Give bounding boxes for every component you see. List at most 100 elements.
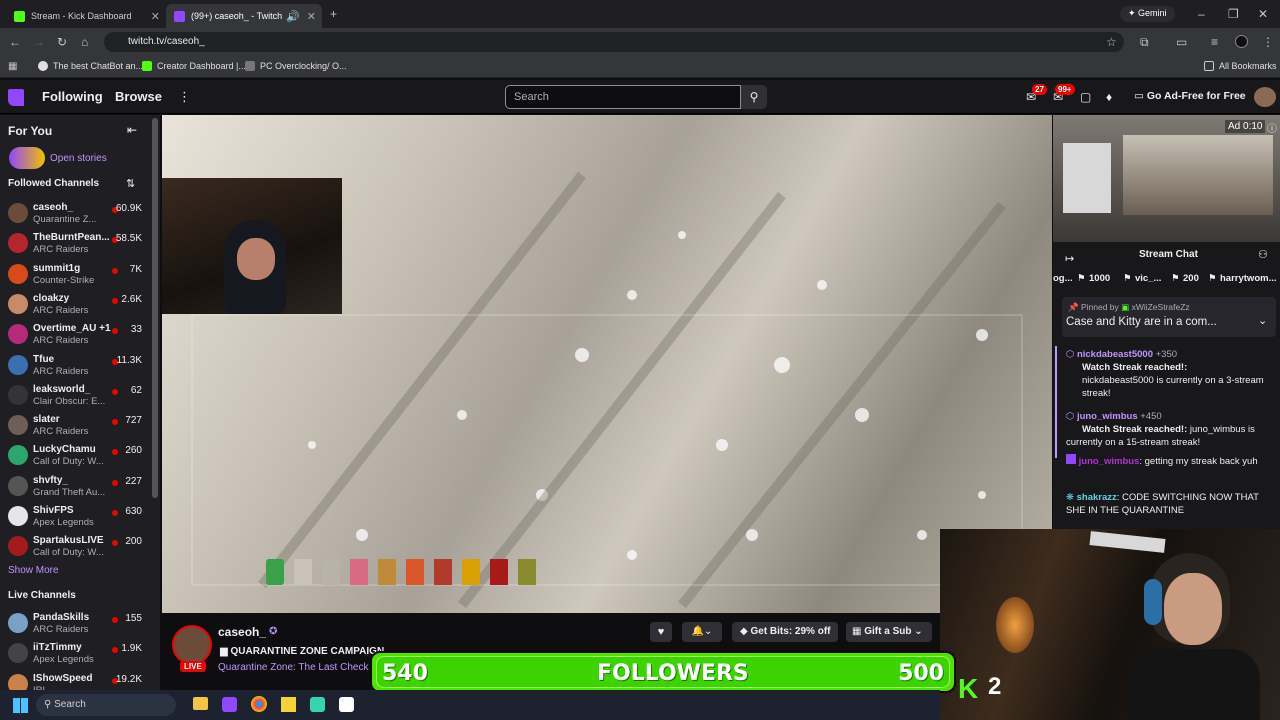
channel-row[interactable]: Tfue ARC Raiders 11.3K bbox=[0, 351, 150, 381]
channel-name: caseoh_ bbox=[33, 202, 74, 213]
channel-avatar bbox=[8, 613, 28, 633]
bookmark-star-icon[interactable]: ☆ bbox=[1106, 36, 1117, 48]
bookmark-pc-overclocking[interactable]: PC Overclocking/ O... bbox=[245, 61, 347, 71]
channel-row[interactable]: PandaSkills ARC Raiders 155 bbox=[0, 609, 150, 639]
back-icon[interactable]: ← bbox=[9, 36, 21, 48]
obs-icon[interactable] bbox=[339, 697, 354, 712]
channel-game: Call of Duty: W... bbox=[33, 456, 104, 468]
channel-row[interactable]: SpartakusLIVE Call of Duty: W... 200 bbox=[0, 532, 150, 562]
channel-avatar bbox=[8, 324, 28, 345]
close-icon[interactable]: ✕ bbox=[307, 10, 316, 23]
taskbar-search[interactable]: ⚲ Search bbox=[36, 694, 176, 716]
new-tab-icon[interactable]: + bbox=[330, 8, 337, 20]
nav-browse[interactable]: Browse bbox=[115, 89, 162, 104]
nav-following[interactable]: Following bbox=[42, 89, 103, 104]
gemini-button[interactable]: ✦ Gemini bbox=[1120, 6, 1175, 22]
pinned-text: Case and Kitty are in a com... bbox=[1066, 316, 1217, 328]
chat-username[interactable]: juno_wimbus bbox=[1077, 411, 1138, 422]
channel-row[interactable]: TheBurntPean... ARC Raiders 58.5K bbox=[0, 229, 150, 259]
channel-row[interactable]: IShowSpeedIRL19.2K bbox=[0, 670, 150, 690]
window-close-icon[interactable]: ✕ bbox=[1258, 8, 1268, 20]
sort-icon[interactable]: ⇅ bbox=[126, 177, 135, 190]
all-bookmarks[interactable]: All Bookmarks bbox=[1204, 61, 1277, 71]
channel-row[interactable]: shvfty_ Grand Theft Au... 227 bbox=[0, 472, 150, 502]
chrome-icon[interactable] bbox=[251, 696, 267, 712]
sidebar-scrollbar[interactable] bbox=[152, 118, 158, 498]
menu-icon[interactable]: ⋮ bbox=[1262, 36, 1274, 48]
channel-row[interactable]: leaksworld_ Clair Obscur: E... 62 bbox=[0, 381, 150, 411]
video-player[interactable] bbox=[162, 115, 1052, 613]
user-avatar[interactable] bbox=[1254, 87, 1276, 107]
channel-row[interactable]: slater ARC Raiders 727 bbox=[0, 411, 150, 441]
home-icon[interactable]: ⌂ bbox=[81, 36, 88, 48]
channel-row[interactable]: iiTzTimmy Apex Legends 1.9K bbox=[0, 639, 150, 669]
gift-icon: ▦ bbox=[852, 626, 862, 637]
bookmark-chatbot[interactable]: The best ChatBot an... bbox=[38, 61, 143, 71]
info-icon[interactable]: ⓘ bbox=[1267, 120, 1277, 135]
collapse-icon[interactable]: ⇤ bbox=[127, 123, 137, 137]
channel-row[interactable]: Overtime_AU +1 ARC Raiders 33 bbox=[0, 320, 150, 350]
follow-heart-button[interactable]: ♥ bbox=[650, 622, 672, 642]
gift-sub-button[interactable]: ▦ Gift a Sub ⌄ bbox=[846, 622, 932, 642]
users-icon[interactable]: ⚇ bbox=[1258, 248, 1268, 261]
twitch-logo-icon[interactable] bbox=[8, 89, 24, 106]
reload-icon[interactable]: ↻ bbox=[57, 36, 67, 48]
stories-avatars[interactable] bbox=[9, 147, 45, 169]
channel-avatar[interactable] bbox=[172, 625, 212, 665]
chat-username[interactable]: nickdabeast5000 bbox=[1077, 349, 1153, 360]
bookmark-creator-dashboard[interactable]: Creator Dashboard |... bbox=[142, 61, 246, 71]
pinned-message[interactable]: 📌 Pinned by ▣ xWiiZeStrafeZz Case and Ki… bbox=[1062, 297, 1276, 337]
url-text: twitch.tv/caseoh_ bbox=[128, 36, 205, 47]
channel-avatar bbox=[8, 673, 28, 690]
close-icon[interactable]: ✕ bbox=[151, 10, 160, 23]
live-channels-heading: Live Channels bbox=[8, 590, 76, 601]
search-input[interactable]: Search bbox=[505, 85, 741, 109]
open-stories-link[interactable]: Open stories bbox=[50, 153, 107, 164]
apps-grid-icon[interactable]: ▦ bbox=[8, 61, 17, 73]
channel-row[interactable]: ShivFPS Apex Legends 630 bbox=[0, 502, 150, 532]
mini-player[interactable]: Ad 0:10 ⓘ bbox=[1053, 115, 1280, 242]
media-icon[interactable]: ≡ bbox=[1211, 36, 1218, 48]
extensions-icon[interactable]: ⧉ bbox=[1140, 36, 1149, 48]
speaker-icon[interactable]: 🔊 bbox=[286, 10, 300, 23]
channel-row[interactable]: cloakzy ARC Raiders 2.6K bbox=[0, 290, 150, 320]
tab-twitch[interactable]: (99+) caseoh_ - Twitch 🔊 ✕ bbox=[166, 4, 322, 28]
chat-username[interactable]: juno_wimbus bbox=[1079, 456, 1140, 467]
badge-icon: ❋ bbox=[1066, 492, 1074, 503]
notifications-bell-button[interactable]: 🔔⌄ bbox=[682, 622, 722, 642]
cast-icon[interactable]: ▭ bbox=[1176, 36, 1187, 48]
hexagon-icon: ⬡ bbox=[1066, 411, 1075, 422]
game-link[interactable]: Quarantine Zone: The Last Check bbox=[218, 662, 368, 673]
maximize-icon[interactable]: ❐ bbox=[1228, 8, 1239, 20]
chat-leaderboard[interactable]: og... ⚑ 1000 ⚑ vic_... ⚑ 200 ⚑ harrytwom… bbox=[1053, 269, 1280, 289]
channel-row[interactable]: summit1g Counter-Strike 7K bbox=[0, 260, 150, 290]
ad-free-button[interactable]: ▭ Go Ad-Free for Free bbox=[1134, 90, 1246, 102]
minimize-icon[interactable]: – bbox=[1198, 8, 1205, 20]
gift-icon: ⚑ bbox=[1171, 273, 1180, 284]
get-bits-label: Get Bits: 29% off bbox=[750, 626, 831, 637]
channel-row[interactable]: LuckyChamu Call of Duty: W... 260 bbox=[0, 441, 150, 471]
chevron-down-icon[interactable]: ⌄ bbox=[1258, 314, 1267, 327]
profile-avatar[interactable] bbox=[1235, 35, 1248, 48]
crown-icon[interactable]: ♦ bbox=[1106, 90, 1112, 104]
channel-avatar bbox=[8, 384, 28, 405]
app-icon[interactable] bbox=[310, 697, 325, 712]
file-explorer-icon[interactable] bbox=[193, 697, 208, 710]
chat-username[interactable]: shakrazz bbox=[1077, 492, 1117, 503]
url-field[interactable]: twitch.tv/caseoh_ bbox=[104, 32, 1124, 52]
channel-game: ARC Raiders bbox=[33, 624, 89, 635]
forward-icon[interactable]: → bbox=[33, 36, 45, 48]
notes-icon[interactable] bbox=[281, 697, 296, 712]
windows-start-icon[interactable] bbox=[13, 698, 28, 713]
channel-name[interactable]: caseoh_ bbox=[218, 625, 266, 639]
collapse-chat-icon[interactable]: ↦ bbox=[1065, 252, 1074, 265]
more-icon[interactable]: ⋮ bbox=[178, 89, 191, 105]
get-bits-button[interactable]: ◆ Get Bits: 29% off bbox=[732, 622, 838, 642]
whispers-icon[interactable]: ▢ bbox=[1080, 90, 1091, 104]
show-more-link[interactable]: Show More bbox=[8, 565, 59, 576]
channel-row[interactable]: caseoh_ Quarantine Z... 60.9K bbox=[0, 199, 150, 229]
search-button[interactable]: ⚲ bbox=[741, 85, 767, 109]
twitch-app-icon[interactable] bbox=[222, 697, 237, 712]
tab-kick-dashboard[interactable]: Stream - Kick Dashboard ✕ bbox=[6, 4, 166, 28]
verified-icon: ✪ bbox=[269, 626, 278, 637]
